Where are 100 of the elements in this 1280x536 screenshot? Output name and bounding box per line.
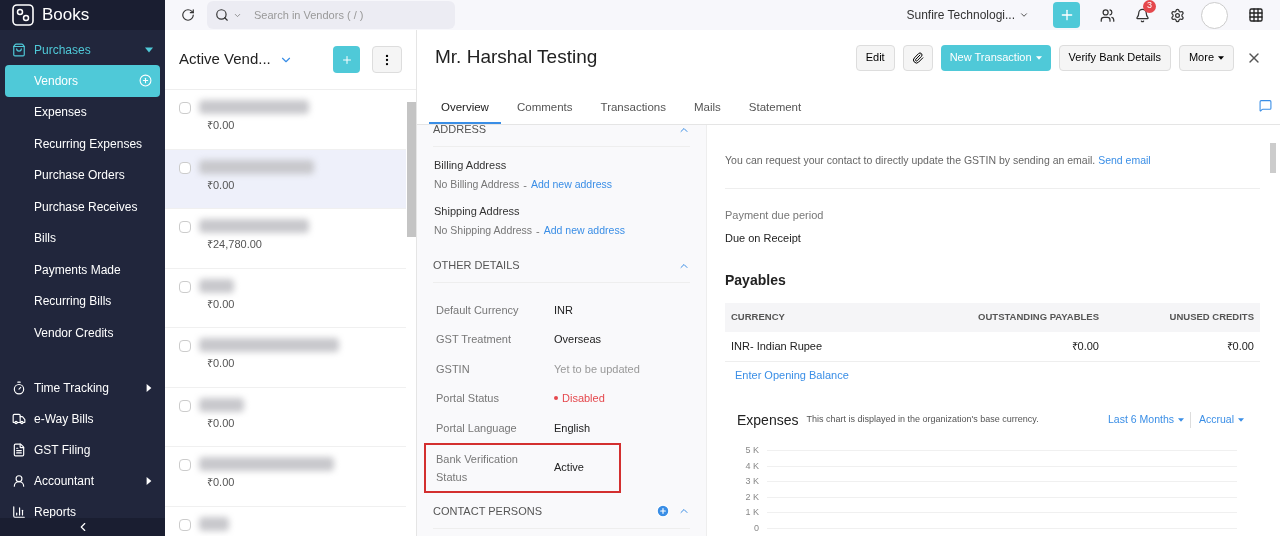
vendor-title: Mr. Harshal Testing (435, 45, 599, 70)
checkbox[interactable] (179, 340, 191, 352)
menu-icon (12, 381, 26, 395)
tab[interactable]: Transactions (588, 98, 678, 124)
separator: - (523, 177, 527, 193)
attach-button[interactable] (902, 44, 933, 71)
add-icon[interactable] (139, 74, 152, 88)
more-button[interactable]: More (1178, 44, 1234, 71)
menu-icon (12, 412, 26, 426)
sidebar-item[interactable]: Purchases (0, 34, 165, 65)
table-cell-text: ₹0.00 (1225, 339, 1254, 355)
caret-icon (1019, 10, 1029, 20)
sidebar-item[interactable]: e-Way Bills (0, 403, 165, 435)
field-label: Shipping Address (434, 204, 521, 219)
sidebar-subitem[interactable]: Purchase Orders (5, 159, 160, 191)
sidebar-subitem[interactable]: Payments Made (5, 254, 160, 286)
column-header: OUTSTANDING PAYABLES (977, 310, 1099, 325)
users-icon[interactable] (1100, 7, 1115, 23)
caret-icon (1218, 54, 1224, 61)
organization-switcher[interactable]: Sunfire Technologi... (906, 6, 1029, 24)
menu-icon (12, 443, 26, 457)
redacted-name (199, 516, 229, 531)
field-label: Billing Address (434, 158, 508, 173)
notification-icon[interactable] (1135, 7, 1150, 23)
separator: - (536, 223, 540, 239)
menu-icon (12, 505, 26, 518)
axis-label: 0 (753, 521, 759, 535)
checkbox[interactable] (179, 459, 191, 471)
checkbox[interactable] (179, 221, 191, 233)
redacted-name (199, 278, 234, 293)
plus-icon (340, 53, 353, 66)
field-value: Overseas (554, 332, 602, 347)
axis-label: 3 K (744, 475, 759, 488)
basis-dropdown[interactable]: Accrual (1199, 412, 1244, 428)
axis-label: 4 K (744, 459, 759, 473)
sidebar-subitem[interactable]: Expenses (5, 96, 160, 128)
send-email-link[interactable]: Send email (1098, 153, 1151, 166)
vendor-amount: ₹0.00 (207, 356, 236, 371)
tab[interactable]: Mails (681, 98, 733, 124)
opening-balance-link[interactable]: Enter Opening Balance (735, 367, 849, 384)
section-heading: OTHER DETAILS (433, 258, 521, 274)
field-label: Default Currency (436, 302, 520, 318)
avatar[interactable] (1201, 1, 1228, 29)
vendor-amount: ₹0.00 (207, 177, 236, 193)
field-value: INR (554, 302, 573, 318)
add-contact-icon[interactable] (656, 504, 670, 518)
field-value: Active (554, 460, 584, 476)
section-heading: CONTACT PERSONS (433, 503, 543, 519)
section-title: Payables (725, 271, 787, 290)
vendor-amount: ₹24,780.00 (207, 237, 263, 252)
vendor-amount: ₹0.00 (207, 296, 235, 312)
field-label: Bank Verification Status (436, 451, 519, 485)
field-label: Portal Language (436, 420, 518, 436)
table-cell-text: INR- Indian Rupee (731, 339, 824, 355)
app-name: Books (42, 4, 90, 27)
column-header: UNUSED CREDITS (1168, 310, 1254, 325)
sidebar-item[interactable]: Accountant (0, 465, 165, 497)
caret-icon (1238, 417, 1244, 423)
quick-create-button[interactable] (1053, 2, 1080, 28)
list-title[interactable]: Active Vend... (179, 48, 271, 71)
apps-icon[interactable] (1248, 7, 1264, 23)
new-vendor-button[interactable] (333, 46, 360, 73)
vendor-amount: ₹0.00 (207, 475, 236, 490)
field-label: Payment due period (725, 208, 825, 223)
refresh-icon[interactable] (181, 8, 195, 22)
more-options-button[interactable] (372, 46, 402, 73)
notification-badge: 3 (1143, 0, 1156, 13)
tab[interactable]: Comments (504, 98, 585, 124)
sidebar-item[interactable]: Reports (0, 496, 165, 518)
sidebar-subitem[interactable]: Vendor Credits (5, 317, 160, 349)
field-value: No Shipping Address (434, 222, 533, 238)
settings-icon[interactable] (1170, 7, 1185, 23)
vendor-amount: ₹0.00 (207, 118, 236, 133)
checkbox[interactable] (179, 161, 191, 174)
field-value: Yet to be updated (554, 361, 640, 377)
sidebar-subitem[interactable]: Bills (5, 222, 160, 254)
books-logo-icon (12, 4, 34, 26)
vendor-row[interactable]: ₹0.00 (165, 149, 406, 209)
checkbox[interactable] (179, 518, 191, 531)
sidebar-item[interactable]: Time Tracking (0, 372, 165, 404)
chart-note: This chart is displayed in the organization's base currency. (806, 413, 1040, 427)
checkbox[interactable] (179, 102, 191, 114)
menu-icon (12, 42, 26, 57)
chat-icon[interactable] (1259, 99, 1272, 112)
sidebar-subitem[interactable]: Recurring Expenses (5, 128, 160, 160)
caret-icon (1035, 54, 1042, 61)
sidebar-subitem[interactable]: Recurring Bills (5, 285, 160, 317)
search-input[interactable]: Search in Vendors ( / ) (254, 6, 447, 24)
sidebar-subitem[interactable]: Purchase Receives (5, 191, 160, 223)
sidebar-item[interactable]: GST Filing (0, 434, 165, 466)
field-value: Due on Receipt (725, 230, 802, 246)
period-dropdown[interactable]: Last 6 Months (1108, 412, 1191, 428)
status-value: Disabled (554, 390, 605, 407)
caret-icon (1178, 417, 1184, 423)
action-button[interactable]: Verify Bank Details (1058, 44, 1171, 71)
action-button[interactable]: Edit (855, 44, 895, 71)
tab[interactable]: Statement (736, 98, 814, 124)
checkbox[interactable] (179, 399, 191, 412)
search-bar[interactable]: Search in Vendors ( / ) (207, 1, 455, 29)
checkbox[interactable] (179, 280, 191, 293)
